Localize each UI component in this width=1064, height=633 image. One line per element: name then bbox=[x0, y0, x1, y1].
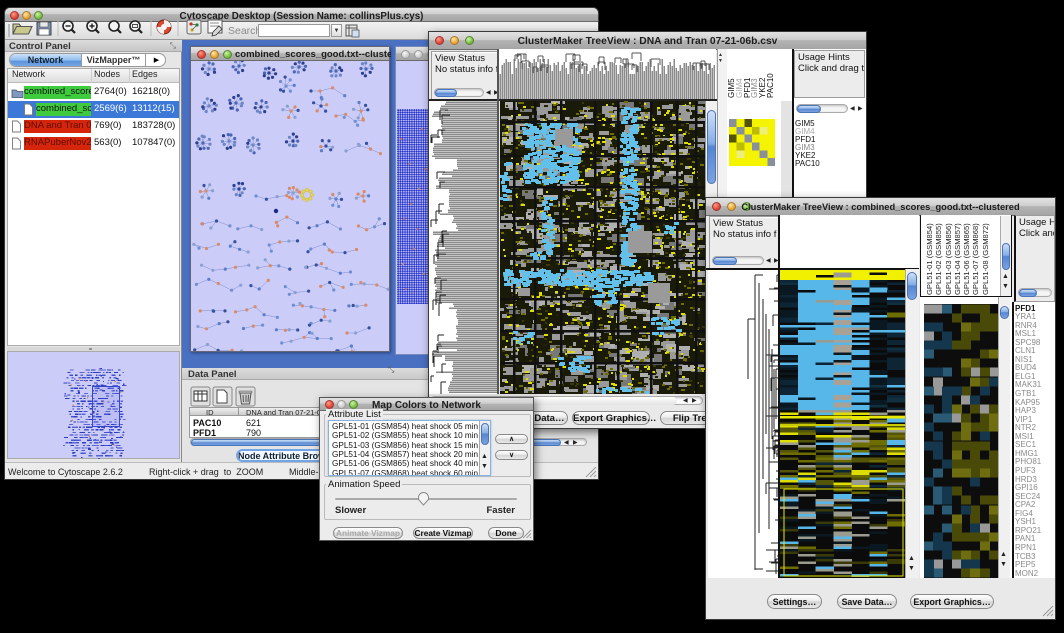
svg-text:PAC10: PAC10 bbox=[766, 73, 775, 98]
svg-text:GPL51-04 (GSM857): GPL51-04 (GSM857) bbox=[953, 223, 962, 295]
svg-text:GPL51-03 (GSM856): GPL51-03 (GSM856) bbox=[944, 223, 953, 295]
svg-text:GPL51-08 (GSM872): GPL51-08 (GSM872) bbox=[981, 223, 990, 295]
svg-text:GPL51-06 (GSM865): GPL51-06 (GSM865) bbox=[962, 223, 971, 295]
svg-text:GPL51-02 (GSM855): GPL51-02 (GSM855) bbox=[934, 223, 943, 295]
svg-text:GPL51-01 (GSM854): GPL51-01 (GSM854) bbox=[925, 223, 934, 295]
svg-text:GPL51-07 (GSM868): GPL51-07 (GSM868) bbox=[971, 223, 980, 295]
